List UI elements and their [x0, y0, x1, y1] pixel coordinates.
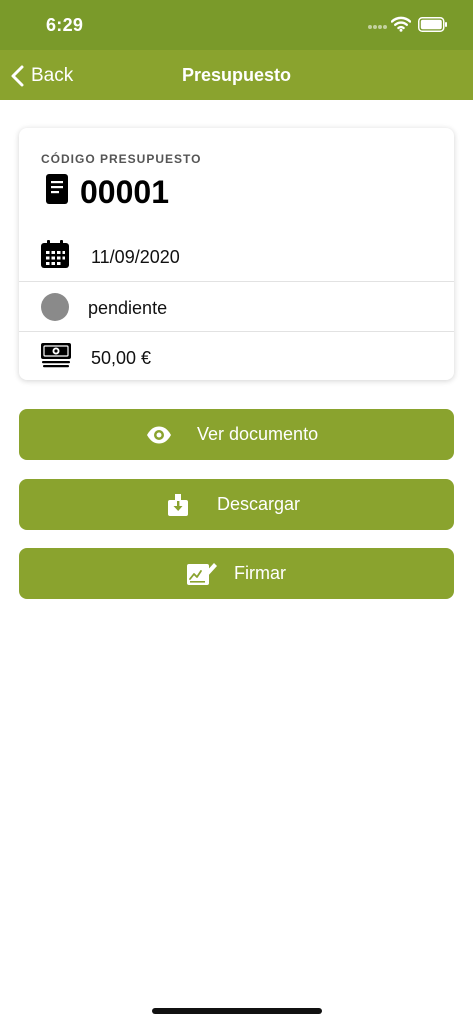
signal-icon [368, 25, 387, 29]
status-value: pendiente [88, 298, 168, 318]
amount-value: 50,00 € [91, 348, 152, 368]
download-button[interactable]: Descargar [19, 479, 454, 530]
download-icon [168, 494, 188, 516]
download-label: Descargar [217, 494, 301, 514]
view-document-button[interactable]: Ver documento [19, 409, 454, 460]
back-button[interactable]: Back [10, 62, 73, 90]
sign-label: Firmar [234, 563, 286, 583]
signature-icon [187, 563, 217, 585]
back-label: Back [31, 65, 74, 86]
status-bar: 6:29 [0, 0, 473, 50]
status-time: 6:29 [46, 15, 84, 35]
eye-icon [147, 426, 171, 444]
calendar-icon [41, 240, 69, 268]
status-dot-icon [41, 293, 69, 321]
view-document-label: Ver documento [197, 424, 319, 444]
wifi-icon [391, 16, 411, 32]
document-icon [46, 174, 68, 204]
date-value: 11/09/2020 [91, 247, 180, 267]
money-icon [41, 343, 71, 368]
code-value: 00001 [80, 174, 169, 210]
budget-card: CÓDIGO PRESUPUESTO 00001 11/09/2020 pend [19, 128, 454, 380]
home-indicator[interactable] [152, 1008, 322, 1014]
status-row: pendiente [19, 281, 454, 331]
navigation-bar: Presupuesto Back [0, 50, 473, 100]
chevron-left-icon [11, 65, 24, 87]
amount-row: 50,00 € [19, 331, 454, 381]
battery-icon [418, 17, 447, 32]
code-label: CÓDIGO PRESUPUESTO [41, 152, 202, 166]
date-row: 11/09/2020 [19, 231, 454, 281]
sign-button[interactable]: Firmar [19, 548, 454, 599]
